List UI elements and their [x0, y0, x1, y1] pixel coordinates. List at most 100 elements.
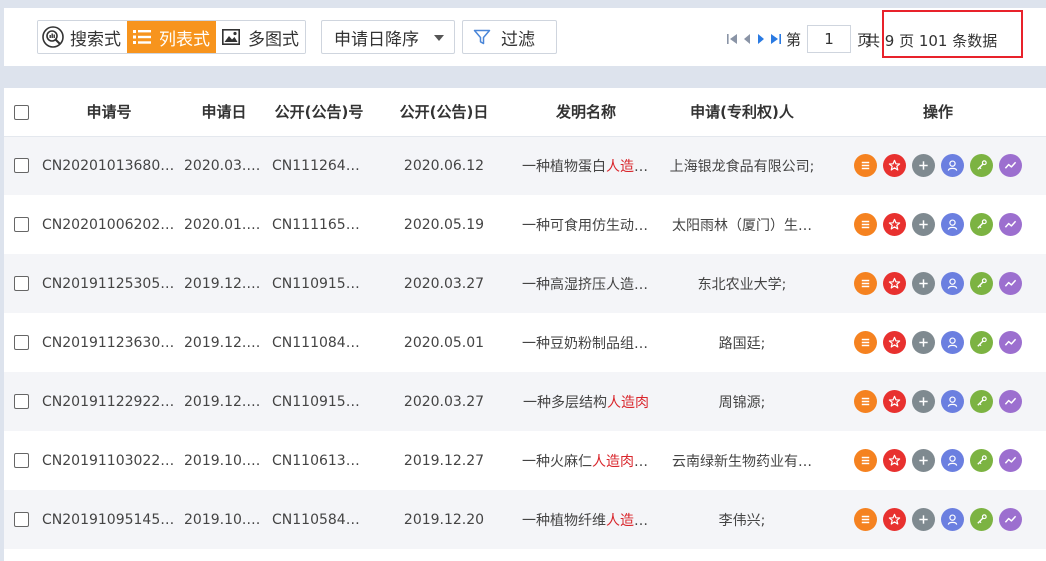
trend-button[interactable] — [999, 154, 1022, 178]
app-date-cell: 2019.10.28 — [184, 452, 265, 469]
select-all-checkbox[interactable] — [13, 104, 29, 120]
last-page-icon[interactable] — [770, 33, 782, 45]
title-cell[interactable]: 一种豆奶粉制品组合物… — [518, 313, 654, 372]
pub-no-cell[interactable]: CN110915941A — [268, 254, 370, 313]
pub-no-cell[interactable]: CN111264679A — [268, 136, 370, 195]
plus-icon — [917, 513, 930, 526]
user-button[interactable] — [941, 213, 964, 236]
prev-page-icon[interactable] — [742, 33, 752, 45]
tag-button[interactable] — [970, 272, 993, 295]
tag-button[interactable] — [970, 390, 993, 413]
star-button[interactable] — [883, 508, 906, 531]
sort-select[interactable]: 申请日降序 — [321, 20, 455, 54]
tag-icon — [975, 454, 988, 467]
title-cell[interactable]: 一种火麻仁人造肉月饼… — [518, 431, 654, 490]
star-button[interactable] — [883, 213, 906, 236]
pub-date-cell: 2020.05.19 — [403, 216, 485, 233]
view-list-button[interactable]: 列表式 — [127, 21, 216, 53]
pub-no-cell[interactable]: CN110584086A — [268, 490, 370, 549]
total-count: 共 9 页 101 条数据 — [865, 32, 998, 50]
row-checkbox[interactable] — [13, 453, 29, 468]
title-cell[interactable]: 一种高湿挤压人造牛肉… — [518, 254, 654, 313]
list-detail-icon — [859, 395, 872, 408]
app-no-cell[interactable]: CN201911229221.5 — [38, 372, 180, 431]
trend-button[interactable] — [999, 508, 1022, 531]
row-checkbox[interactable] — [13, 512, 29, 527]
view-search-button[interactable]: 搜索式 — [38, 21, 127, 53]
user-button[interactable] — [941, 508, 964, 531]
user-icon — [946, 454, 959, 467]
next-page-icon[interactable] — [756, 33, 766, 45]
trend-button[interactable] — [999, 272, 1022, 295]
view-gallery-button[interactable]: 多图式 — [216, 21, 305, 53]
trend-button[interactable] — [999, 331, 1022, 354]
row-checkbox[interactable] — [13, 335, 29, 350]
title-text: 一种植物纤维 — [522, 512, 606, 529]
star-button[interactable] — [883, 390, 906, 413]
trend-button[interactable] — [999, 213, 1022, 236]
list-detail-icon — [859, 277, 872, 290]
row-checkbox[interactable] — [13, 276, 29, 291]
trend-button[interactable] — [999, 449, 1022, 472]
pub-date-cell: 2019.12.20 — [403, 511, 485, 528]
tag-button[interactable] — [970, 213, 993, 236]
title-cell[interactable]: 一种多层结构人造肉 — [518, 372, 654, 431]
image-icon — [220, 26, 242, 48]
actions-cell — [830, 313, 1046, 372]
star-button[interactable] — [883, 272, 906, 295]
filter-button[interactable]: 过滤 — [462, 20, 557, 54]
row-checkbox[interactable] — [13, 394, 29, 409]
pub-no-cell[interactable]: CN111165738A — [268, 195, 370, 254]
app-no-cell[interactable]: CN201911030220.8 — [38, 431, 180, 490]
plus-button[interactable] — [912, 390, 935, 413]
user-button[interactable] — [941, 272, 964, 295]
trend-button[interactable] — [999, 390, 1022, 413]
user-button[interactable] — [941, 390, 964, 413]
app-no-cell[interactable]: CN202010136807.3 — [38, 136, 180, 195]
pub-no-cell[interactable]: CN110915940A — [268, 372, 370, 431]
row-select-cell — [4, 195, 38, 254]
star-icon — [888, 277, 901, 290]
plus-button[interactable] — [912, 508, 935, 531]
tag-icon — [975, 218, 988, 231]
user-button[interactable] — [941, 449, 964, 472]
tag-button[interactable] — [970, 331, 993, 354]
app-no-cell[interactable]: CN201911236307.0 — [38, 313, 180, 372]
app-no-cell[interactable]: CN201910951454.X — [38, 490, 180, 549]
user-button[interactable] — [941, 331, 964, 354]
list-detail-button[interactable] — [854, 449, 877, 472]
plus-button[interactable] — [912, 213, 935, 236]
title-cell[interactable]: 一种植物蛋白人造肉的… — [518, 136, 654, 195]
list-detail-button[interactable] — [854, 154, 877, 178]
list-detail-button[interactable] — [854, 390, 877, 413]
table-row: CN201911030220.82019.10.28CN110613006A 20… — [4, 431, 1046, 490]
plus-button[interactable] — [912, 331, 935, 354]
app-no-cell[interactable]: CN201911253057.1 — [38, 254, 180, 313]
first-page-icon[interactable] — [726, 33, 738, 45]
title-cell[interactable]: 一种可食用仿生动物组织 — [518, 195, 654, 254]
list-detail-button[interactable] — [854, 272, 877, 295]
title-cell[interactable]: 一种植物纤维人造肉制… — [518, 490, 654, 549]
pub-no-cell[interactable]: CN111084233A — [268, 313, 370, 372]
tag-button[interactable] — [970, 449, 993, 472]
star-button[interactable] — [883, 449, 906, 472]
plus-button[interactable] — [912, 154, 935, 178]
star-button[interactable] — [883, 154, 906, 178]
tag-button[interactable] — [970, 154, 993, 178]
star-button[interactable] — [883, 331, 906, 354]
app-date-cell: 2020.01.19 — [184, 216, 265, 233]
row-checkbox[interactable] — [13, 158, 29, 174]
list-detail-button[interactable] — [854, 508, 877, 531]
list-detail-button[interactable] — [854, 213, 877, 236]
list-detail-button[interactable] — [854, 331, 877, 354]
trend-icon — [1004, 454, 1017, 467]
row-checkbox[interactable] — [13, 217, 29, 232]
user-button[interactable] — [941, 154, 964, 178]
plus-button[interactable] — [912, 449, 935, 472]
plus-button[interactable] — [912, 272, 935, 295]
tag-button[interactable] — [970, 508, 993, 531]
star-icon — [888, 395, 901, 408]
page-number-input[interactable] — [807, 25, 852, 53]
app-no-cell[interactable]: CN202010062023.0 — [38, 195, 180, 254]
pub-no-cell[interactable]: CN110613006A — [268, 431, 370, 490]
